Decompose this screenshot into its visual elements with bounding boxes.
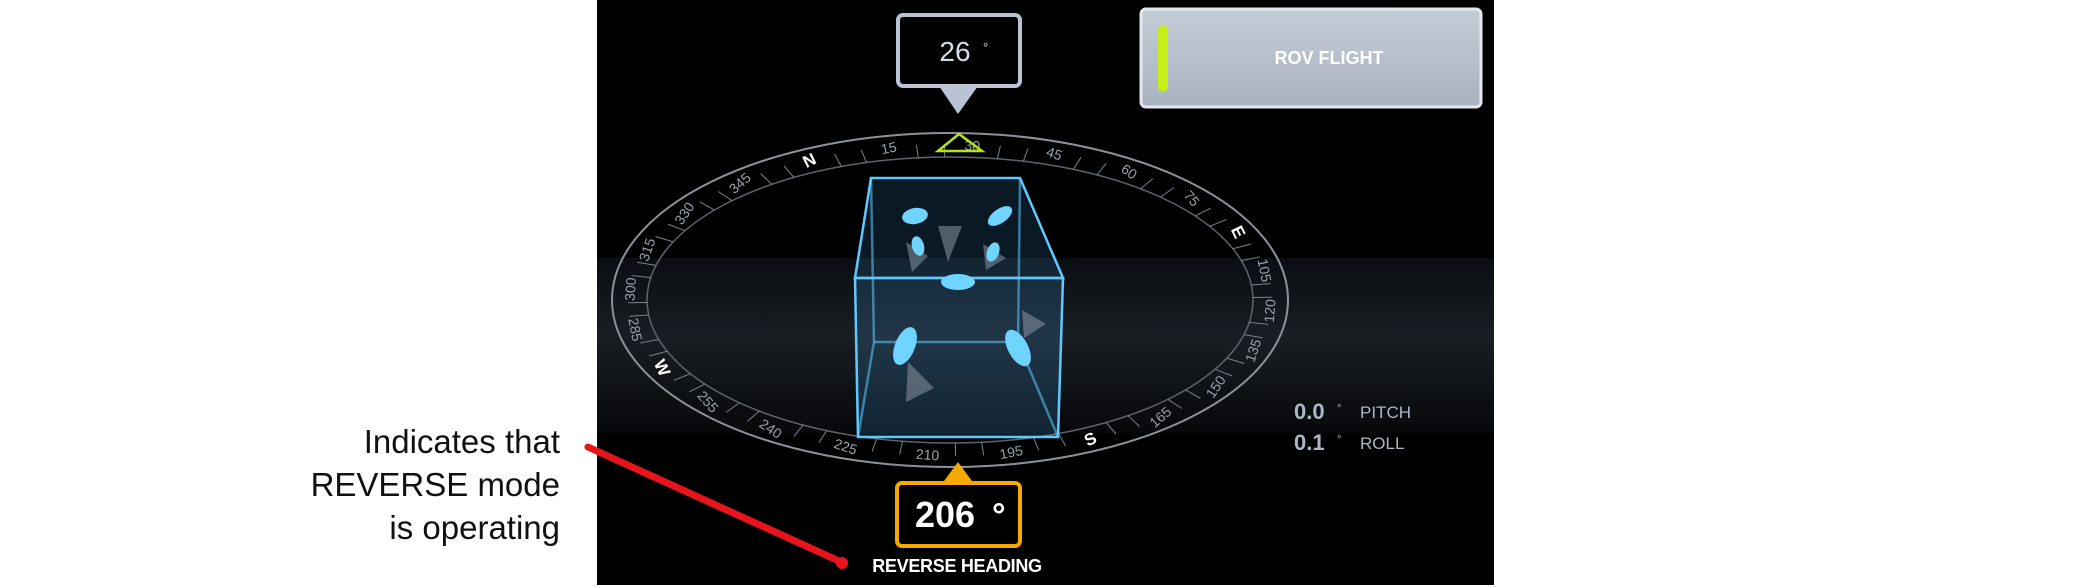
svg-text:26: 26 — [939, 36, 970, 67]
pitch-label: PITCH — [1360, 403, 1411, 422]
pitch-unit: ° — [1337, 403, 1341, 415]
target-heading-value: 26 — [939, 36, 970, 67]
annotation-line-3: is operating — [389, 509, 560, 546]
compass-label: 300 — [621, 277, 639, 302]
annotation-line-2: REVERSE mode — [310, 466, 560, 503]
rov-cube — [853, 176, 1065, 439]
compass-label: 120 — [1261, 298, 1279, 323]
reverse-heading-label: REVERSE HEADING — [872, 556, 1042, 576]
mode-indicator — [1158, 25, 1168, 92]
annotation-text: Indicates that REVERSE mode is operating — [240, 420, 560, 549]
mode-panel[interactable]: ROV FLIGHT — [1139, 7, 1483, 109]
roll-unit: ° — [1337, 434, 1341, 446]
roll-value: 0.1 — [1294, 430, 1325, 455]
annotation-line-1: Indicates that — [363, 423, 560, 460]
svg-text:206: 206 — [915, 494, 975, 535]
pitch-value: 0.0 — [1294, 399, 1325, 424]
compass-label: 15 — [880, 138, 899, 157]
current-heading-unit: ° — [992, 497, 1006, 535]
thruster-center — [941, 274, 975, 290]
mode-label: ROV FLIGHT — [1275, 48, 1384, 68]
target-heading-unit: ° — [983, 40, 988, 55]
compass-label: 210 — [915, 446, 940, 464]
roll-label: ROLL — [1360, 434, 1404, 453]
current-heading-value: 206 — [915, 494, 975, 535]
